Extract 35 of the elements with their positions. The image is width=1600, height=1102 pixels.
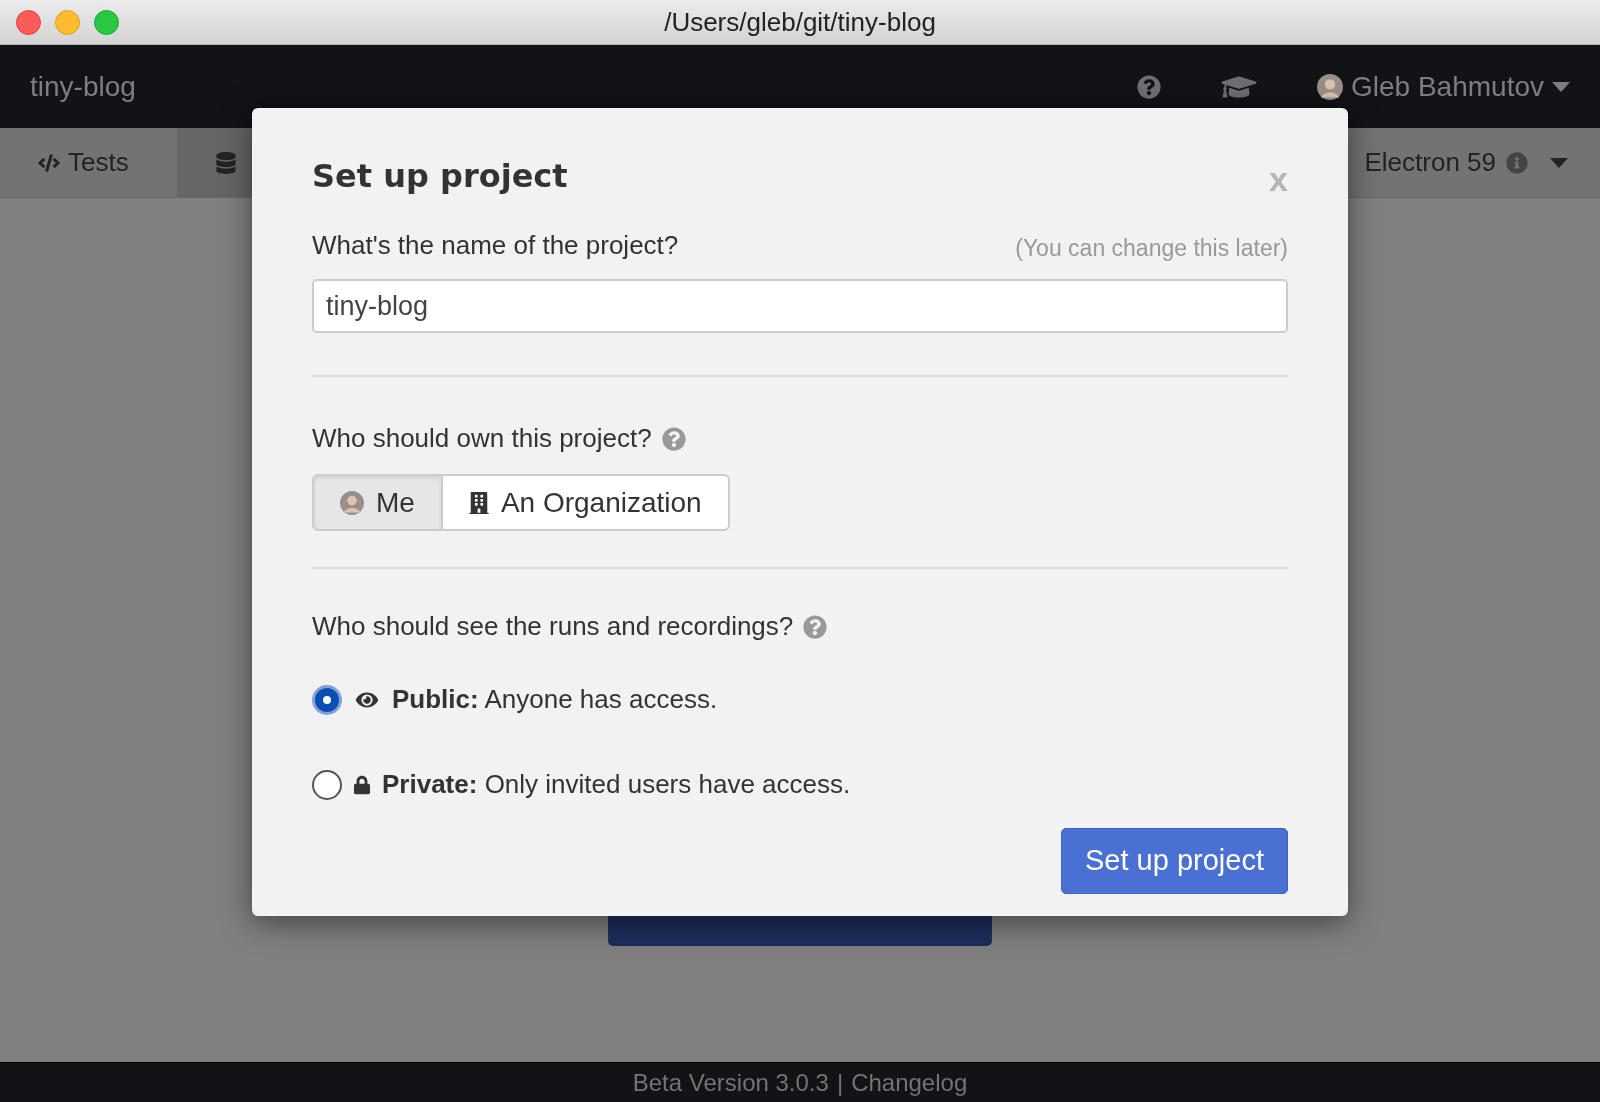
code-icon — [38, 151, 60, 174]
brand-name: tiny-blog — [30, 69, 136, 104]
separator: | — [836, 1067, 844, 1098]
owner-question: Who should own this project? — [312, 422, 652, 455]
field-label: What's the name of the project? — [312, 229, 679, 262]
avatar-icon — [340, 490, 364, 515]
radio-button[interactable] — [312, 684, 342, 715]
caret-icon — [1550, 157, 1568, 168]
browser-selector[interactable]: Electron 59 — [1364, 128, 1600, 197]
radio-button[interactable] — [312, 769, 342, 800]
maximize-window-button[interactable] — [94, 9, 119, 35]
dialog-title: Set up project — [312, 156, 568, 197]
help-icon[interactable] — [803, 614, 828, 639]
owner-option[interactable]: Me — [312, 474, 443, 531]
changelog-link[interactable]: Changelog — [851, 1064, 968, 1101]
help-icon[interactable] — [1137, 74, 1161, 99]
submit-button[interactable]: Set up project — [1061, 828, 1288, 894]
project-name-field[interactable]: tiny-blog — [312, 279, 1288, 333]
info-icon — [1506, 151, 1528, 174]
field-hint: (You can change this later) — [1015, 233, 1288, 263]
close-window-button[interactable] — [16, 9, 41, 35]
avatar-icon — [1317, 73, 1343, 100]
caret-icon — [1552, 81, 1570, 92]
visibility-question: Who should see the runs and recordings? — [312, 610, 794, 643]
version-text: Beta Version 3.0.3 — [632, 1067, 829, 1098]
visibility-option-text: Private: Only invited users have access. — [382, 768, 851, 801]
database-icon — [215, 151, 237, 174]
building-icon — [468, 491, 489, 514]
minimize-window-button[interactable] — [55, 9, 80, 35]
owner-option[interactable]: An Organization — [442, 474, 730, 531]
help-icon[interactable] — [661, 426, 686, 451]
window-title: /Users/gleb/git/tiny-blog — [664, 5, 936, 39]
user-menu-button[interactable]: Gleb Bahmutov — [1317, 65, 1570, 108]
visibility-option-text: Public: Anyone has access. — [392, 683, 718, 716]
lock-icon — [354, 774, 370, 795]
